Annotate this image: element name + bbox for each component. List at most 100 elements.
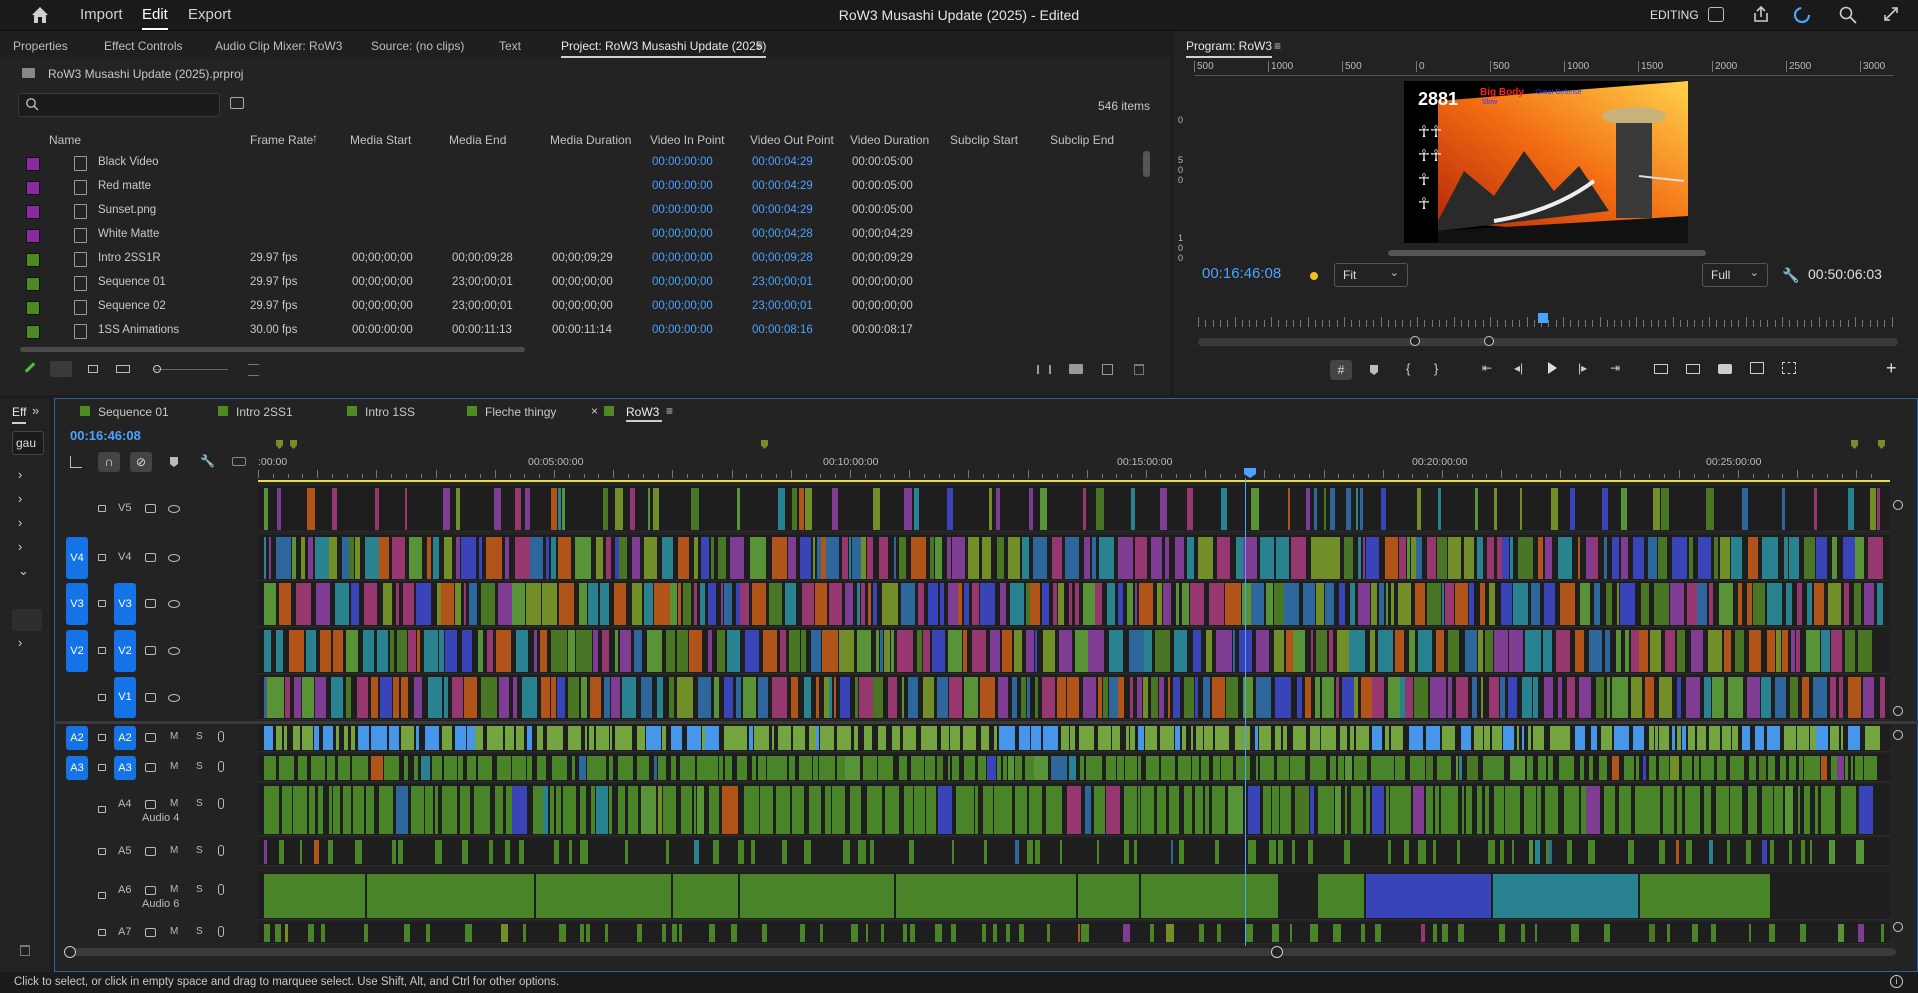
clip[interactable] [275,924,281,942]
clip[interactable] [1768,924,1775,942]
clip[interactable] [1271,786,1279,834]
clip[interactable] [989,488,992,530]
clip[interactable] [833,677,836,718]
clip[interactable] [1648,726,1655,750]
clip[interactable] [1336,630,1350,672]
clip[interactable] [815,677,820,718]
clip[interactable] [551,630,567,672]
clip[interactable] [1612,537,1619,579]
clip[interactable] [623,726,632,750]
clip[interactable] [1454,583,1469,625]
clip[interactable] [1414,583,1425,625]
clip[interactable] [1426,537,1437,579]
clip[interactable] [1197,537,1214,579]
clip[interactable] [1512,583,1529,625]
clip[interactable] [1784,786,1793,834]
solo-button[interactable]: S [196,761,203,772]
clip[interactable] [677,677,693,718]
solo-button[interactable]: S [196,845,203,856]
clip[interactable] [487,726,503,750]
clip[interactable] [1277,840,1283,864]
clip[interactable] [1841,726,1844,750]
clip[interactable] [1770,840,1774,864]
clip[interactable] [923,630,931,672]
clip[interactable] [1341,677,1354,718]
clip[interactable] [1421,924,1426,942]
clip[interactable] [1034,630,1038,672]
clip[interactable] [1006,924,1011,942]
clip[interactable] [856,583,860,625]
clip[interactable] [873,488,881,530]
clip[interactable] [979,677,995,718]
clip[interactable] [1575,726,1586,750]
clip[interactable] [1717,756,1726,780]
clip[interactable] [1028,488,1033,530]
clip[interactable] [724,756,733,780]
lock-icon[interactable] [98,892,106,899]
clip[interactable] [364,583,378,625]
clip[interactable] [1594,583,1601,625]
clip[interactable] [1659,840,1666,864]
clip[interactable] [1034,840,1040,864]
clip[interactable] [451,677,463,718]
clip[interactable] [1579,756,1585,780]
clip[interactable] [1025,630,1034,672]
clip[interactable] [1255,756,1259,780]
clip[interactable] [1728,677,1743,718]
clip[interactable] [740,874,895,918]
clip[interactable] [754,726,765,750]
clip[interactable] [461,840,468,864]
clip[interactable] [723,726,733,750]
clip[interactable] [1033,537,1048,579]
clip[interactable] [284,726,288,750]
clip[interactable] [1747,786,1757,834]
sync-lock-icon[interactable] [145,733,156,742]
clip[interactable] [1361,924,1366,942]
clip[interactable] [708,924,715,942]
clip[interactable] [1645,786,1660,834]
clip[interactable] [643,583,654,625]
clip[interactable] [579,840,588,864]
eye-icon[interactable] [168,600,180,608]
clip[interactable] [984,840,988,864]
eye-icon[interactable] [168,693,180,702]
clip[interactable] [707,583,716,625]
clip[interactable] [1216,537,1231,579]
clip[interactable] [1815,537,1828,579]
clip[interactable] [808,726,816,750]
clip[interactable] [1026,840,1033,864]
timeline-vscroll-bottom[interactable] [1893,706,1903,716]
clip[interactable] [480,583,496,625]
clip[interactable] [1176,583,1179,625]
clip[interactable] [1008,756,1014,780]
clip[interactable] [1020,677,1026,718]
clip[interactable] [1097,677,1102,718]
clip[interactable] [527,726,533,750]
clip[interactable] [1527,726,1532,750]
clip[interactable] [1509,537,1514,579]
clip[interactable] [392,840,397,864]
clip[interactable] [791,786,804,834]
clip[interactable] [604,924,609,942]
clip[interactable] [832,488,838,530]
clip[interactable] [1672,537,1687,579]
clip[interactable] [1371,756,1379,780]
clip[interactable] [580,786,586,834]
clip[interactable] [1165,537,1169,579]
clip[interactable] [671,924,677,942]
clip[interactable] [629,488,636,530]
mute-button[interactable]: M [170,761,178,772]
eye-icon[interactable] [168,505,180,513]
clip[interactable] [1474,488,1478,530]
clip[interactable] [982,786,993,834]
clip[interactable] [1814,786,1819,834]
clip[interactable] [456,488,461,530]
clip[interactable] [1179,840,1185,864]
clip[interactable] [1290,924,1293,942]
clip[interactable] [1715,677,1724,718]
clip[interactable] [1097,840,1100,864]
clip[interactable] [504,840,511,864]
clip[interactable] [1499,840,1504,864]
clip[interactable] [396,630,408,672]
clip[interactable] [1068,583,1073,625]
